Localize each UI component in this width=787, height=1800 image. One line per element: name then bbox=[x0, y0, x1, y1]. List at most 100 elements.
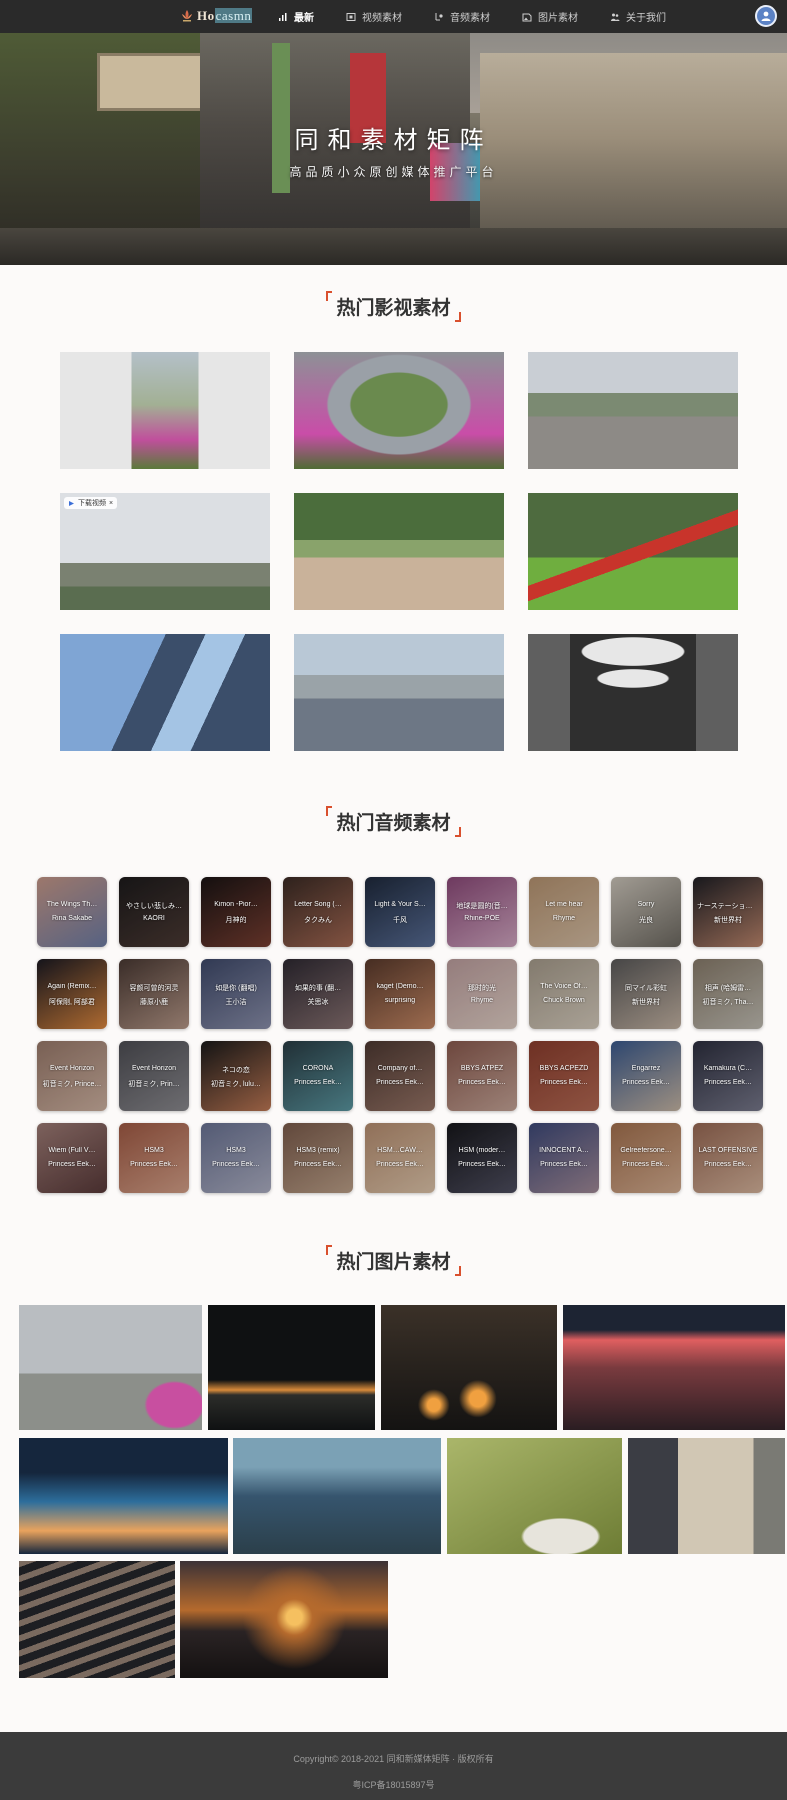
audio-title: BBYS ATPEZ bbox=[460, 1065, 504, 1072]
audio-card[interactable]: HSM3 Princess Eek… bbox=[119, 1123, 189, 1193]
photo-thumbnail[interactable] bbox=[563, 1305, 785, 1430]
nav-item[interactable]: 图片素材 bbox=[522, 9, 578, 24]
photo-thumbnail[interactable] bbox=[208, 1305, 375, 1430]
audio-artist: Princess Eek… bbox=[294, 1079, 342, 1086]
audio-title: 容颜可曾的河灵 bbox=[129, 985, 179, 992]
main-menu: 最新 视频素材 音频素材 图片素材 关于我们 bbox=[278, 0, 698, 33]
user-avatar-icon bbox=[761, 11, 771, 21]
audio-title: The Voice Of… bbox=[540, 983, 588, 990]
audio-title: Kamakura (C… bbox=[703, 1065, 753, 1072]
audio-card[interactable]: 同マイル彩虹 新世界村 bbox=[611, 959, 681, 1029]
audio-card[interactable]: Light & Your S… 千风 bbox=[365, 877, 435, 947]
video-thumbnail[interactable] bbox=[294, 493, 504, 610]
image-section-title-text: 热门图片素材 bbox=[336, 1252, 451, 1273]
audio-card-overlay bbox=[201, 1123, 271, 1193]
audio-card[interactable]: 相声 (哈姆雷… 初音ミク, Tha… bbox=[693, 959, 763, 1029]
audio-card[interactable]: ナーステーション… 新世界村 bbox=[693, 877, 763, 947]
photo-thumbnail[interactable] bbox=[19, 1438, 228, 1554]
audio-card[interactable]: BBYS ATPEZ Princess Eek… bbox=[447, 1041, 517, 1111]
audio-card[interactable]: Letter Song (… タクみん bbox=[283, 877, 353, 947]
audio-card-overlay bbox=[365, 959, 435, 1029]
nav-item[interactable]: 最新 bbox=[278, 9, 314, 24]
audio-artist: Princess Eek… bbox=[458, 1079, 506, 1086]
audio-card[interactable]: 如果的事 (翻… 关思冰 bbox=[283, 959, 353, 1029]
video-thumbnail[interactable] bbox=[528, 493, 738, 610]
photo-thumbnail[interactable] bbox=[628, 1438, 785, 1554]
audio-card[interactable]: The Voice Of… Chuck Brown bbox=[529, 959, 599, 1029]
nav-item[interactable]: 音频素材 bbox=[434, 9, 490, 24]
video-thumbnail[interactable]: 下载视频 × bbox=[60, 493, 270, 610]
audio-card[interactable]: kaget (Demo… surprising bbox=[365, 959, 435, 1029]
photo-thumbnail[interactable] bbox=[19, 1561, 175, 1678]
audio-card[interactable]: Kamakura (C… Princess Eek… bbox=[693, 1041, 763, 1111]
audio-card[interactable]: Event Horizon 初音ミク, Prin… bbox=[119, 1041, 189, 1111]
audio-card-overlay bbox=[611, 959, 681, 1029]
audio-artist: Princess Eek… bbox=[540, 1161, 588, 1168]
audio-card[interactable]: Wiem (Full V… Princess Eek… bbox=[37, 1123, 107, 1193]
audio-artist: Princess Eek… bbox=[130, 1161, 178, 1168]
audio-card[interactable]: LAST OFFENSIVE Princess Eek… bbox=[693, 1123, 763, 1193]
audio-artist: 光良 bbox=[639, 917, 653, 924]
audio-artist: Princess Eek… bbox=[704, 1161, 752, 1168]
video-thumbnail[interactable] bbox=[294, 352, 504, 469]
audio-title: ナーステーション… bbox=[697, 903, 759, 910]
audio-card[interactable]: Company of… Princess Eek… bbox=[365, 1041, 435, 1111]
audio-artist: 关思冰 bbox=[307, 999, 329, 1006]
nav-item[interactable]: 关于我们 bbox=[610, 9, 666, 24]
audio-card[interactable]: ネコの恋 初音ミク, lulu… bbox=[201, 1041, 271, 1111]
audio-artist: 初音ミク, lulu… bbox=[211, 1081, 261, 1088]
audio-card[interactable]: Kimon -Pior… 月神的 bbox=[201, 877, 271, 947]
audio-card[interactable]: HSM (moder… Princess Eek… bbox=[447, 1123, 517, 1193]
audio-card[interactable]: 容颜可曾的河灵 藤原小鹿 bbox=[119, 959, 189, 1029]
audio-card[interactable]: Again (Remix… 阿保剛, 阿部君 bbox=[37, 959, 107, 1029]
photo-thumbnail[interactable] bbox=[19, 1305, 202, 1430]
image-section-title: 热门图片素材 bbox=[0, 1245, 787, 1276]
audio-card[interactable]: BBYS ACPEZD Princess Eek… bbox=[529, 1041, 599, 1111]
audio-card-overlay bbox=[693, 959, 763, 1029]
nav-item-label: 视频素材 bbox=[362, 13, 402, 24]
audio-card[interactable]: Gelreefersone… Princess Eek… bbox=[611, 1123, 681, 1193]
audio-artist: Princess Eek… bbox=[622, 1079, 670, 1086]
audio-artist: 藤原小鹿 bbox=[140, 999, 168, 1006]
hero-title: 同和素材矩阵 bbox=[294, 127, 493, 154]
audio-card[interactable]: 地球是圆的(音… Rhine-POE bbox=[447, 877, 517, 947]
audio-card[interactable]: 如是你 (翻唱) 王小洁 bbox=[201, 959, 271, 1029]
video-thumbnail[interactable] bbox=[528, 352, 738, 469]
photo-thumbnail[interactable] bbox=[447, 1438, 622, 1554]
download-video-badge[interactable]: 下载视频 × bbox=[64, 497, 118, 509]
audio-artist: Rhyme bbox=[470, 997, 494, 1004]
audio-card[interactable]: 那时的光 Rhyme bbox=[447, 959, 517, 1029]
audio-card[interactable]: Event Horizon 初音ミク, Prince… bbox=[37, 1041, 107, 1111]
audio-card[interactable]: INNOCENT A… Princess Eek… bbox=[529, 1123, 599, 1193]
audio-card[interactable]: HSM…CAW… Princess Eek… bbox=[365, 1123, 435, 1193]
video-grid: 下载视频 × bbox=[60, 352, 738, 751]
audio-card[interactable]: Sorry 光良 bbox=[611, 877, 681, 947]
close-icon[interactable]: × bbox=[109, 500, 113, 507]
audio-card[interactable]: The Wings Th… Rina Sakabe bbox=[37, 877, 107, 947]
audio-card[interactable]: HSM3 (remix) Princess Eek… bbox=[283, 1123, 353, 1193]
photo-thumbnail[interactable] bbox=[180, 1561, 388, 1678]
audio-card[interactable]: CORONA Princess Eek… bbox=[283, 1041, 353, 1111]
video-thumbnail[interactable] bbox=[60, 352, 270, 469]
audio-artist: Princess Eek… bbox=[704, 1079, 752, 1086]
audio-card[interactable]: やさしい悲しみ… KAORI bbox=[119, 877, 189, 947]
lotus-logo-icon bbox=[182, 10, 192, 22]
video-thumbnail[interactable] bbox=[294, 634, 504, 751]
video-thumbnail[interactable] bbox=[528, 634, 738, 751]
photo-thumbnail[interactable] bbox=[233, 1438, 441, 1554]
audio-card[interactable]: HSM3 Princess Eek… bbox=[201, 1123, 271, 1193]
audio-card[interactable]: Let me hear Rhyme bbox=[529, 877, 599, 947]
nav-item[interactable]: 视频素材 bbox=[346, 9, 402, 24]
nav-item-label: 最新 bbox=[294, 13, 314, 24]
footer-icp-link[interactable]: 粤ICP备18015897号 bbox=[0, 1778, 787, 1791]
user-avatar[interactable] bbox=[755, 5, 777, 27]
audio-artist: 千风 bbox=[393, 917, 407, 924]
audio-artist: 初音ミク, Prince… bbox=[42, 1081, 102, 1088]
audio-card-overlay bbox=[37, 1123, 107, 1193]
audio-card-overlay bbox=[37, 877, 107, 947]
audio-title: 如果的事 (翻… bbox=[294, 985, 342, 992]
video-thumbnail[interactable] bbox=[60, 634, 270, 751]
photo-thumbnail[interactable] bbox=[381, 1305, 557, 1430]
audio-card[interactable]: Engarrez Princess Eek… bbox=[611, 1041, 681, 1111]
site-logo[interactable]: Hocasmn bbox=[180, 7, 253, 25]
